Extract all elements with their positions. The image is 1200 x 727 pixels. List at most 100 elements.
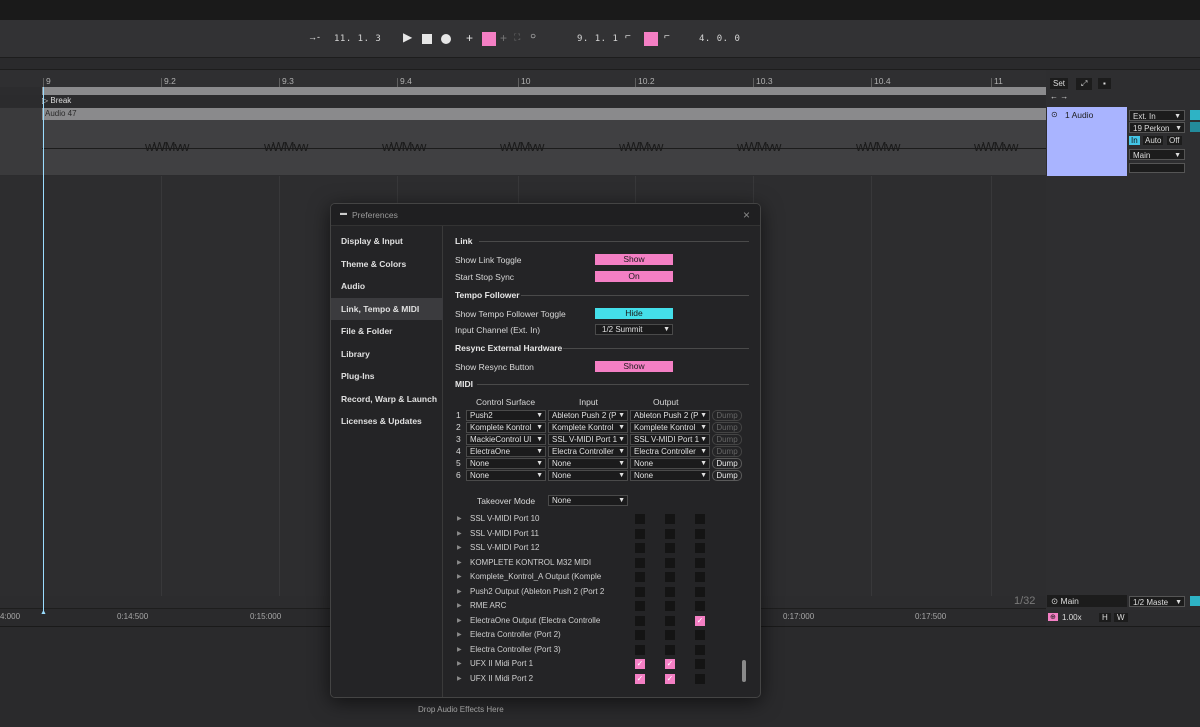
expand-arrow-icon[interactable]: ▶ [457,602,462,609]
nav-record-warp-launch[interactable]: Record, Warp & Launch [331,388,443,410]
master-output-select[interactable]: 1/2 Maste ▼ [1129,596,1185,607]
expand-arrow-icon[interactable]: ▶ [457,675,462,682]
sync-checkbox[interactable] [665,572,675,582]
h-button[interactable]: H [1099,613,1111,622]
nav-display-input[interactable]: Display & Input [331,230,443,252]
monitor-auto-button[interactable]: Auto [1143,136,1164,145]
ports-scrollbar[interactable] [742,660,746,682]
control-surface-select[interactable]: None ▼ [466,458,546,469]
remote-checkbox[interactable] [695,557,705,568]
sync-checkbox[interactable] [665,615,675,626]
sync-checkbox[interactable] [665,557,675,568]
master-track-header[interactable]: ⊙ Main [1047,595,1127,607]
sync-checkbox[interactable] [665,586,675,597]
show-link-toggle-button[interactable]: Show [595,254,673,265]
track-checkbox[interactable]: ✓ [635,673,645,684]
track-name[interactable]: 1 Audio [1065,110,1093,120]
midi-output-select[interactable]: Ableton Push 2 (P ▼ [630,410,710,421]
w-button[interactable]: W [1114,613,1128,622]
dump-button[interactable]: Dump [712,446,742,457]
monitor-off-button[interactable]: Off [1167,136,1182,145]
input-channel-select[interactable]: 1/2 Summit ▼ [595,324,673,335]
expand-arrow-icon[interactable]: ▶ [457,660,462,667]
sync-checkbox[interactable] [665,644,675,655]
sync-checkbox[interactable] [665,528,675,539]
nav-audio[interactable]: Audio [331,275,443,297]
nav-link-tempo-midi[interactable]: Link, Tempo & MIDI [331,298,443,320]
remote-checkbox[interactable]: ✓ [695,615,705,626]
show-resync-button[interactable]: Show [595,361,673,372]
midi-input-select[interactable]: Electra Controller ▼ [548,446,628,457]
lock-icon[interactable]: ▪ [1098,78,1111,89]
track-checkbox[interactable] [635,572,645,582]
expand-arrow-icon[interactable]: ▶ [457,646,462,653]
control-surface-select[interactable]: None ▼ [466,470,546,481]
remote-checkbox[interactable] [695,601,705,611]
dump-button[interactable]: Dump [712,470,742,481]
control-surface-select[interactable]: Push2 ▼ [466,410,546,421]
fold-icon[interactable]: ⊙ [1051,110,1058,119]
expand-arrow-icon[interactable]: ▶ [457,617,462,624]
follow-icon[interactable]: →- [308,32,320,42]
close-icon[interactable]: × [743,208,750,222]
takeover-mode-select[interactable]: None ▼ [548,495,628,506]
track-checkbox[interactable] [635,543,645,553]
dump-button[interactable]: Dump [712,458,742,469]
control-surface-select[interactable]: ElectraOne ▼ [466,446,546,457]
record-icon[interactable] [441,34,451,44]
stop-icon[interactable] [422,34,432,44]
master-activator[interactable] [1190,596,1200,606]
track-checkbox[interactable] [635,528,645,539]
tempo-scale-icon[interactable]: ⊕ [1048,613,1058,621]
sync-checkbox[interactable]: ✓ [665,673,675,684]
nav-library[interactable]: Library [331,343,443,365]
remote-checkbox[interactable] [695,586,705,597]
remote-checkbox[interactable] [695,630,705,640]
midi-input-select[interactable]: SSL V-MIDI Port 1 ▼ [548,434,628,445]
start-stop-sync-button[interactable]: On [595,271,673,282]
track-header[interactable]: ⊙ 1 Audio [1047,107,1127,176]
track-checkbox[interactable] [635,586,645,597]
track-checkbox[interactable] [635,644,645,655]
track-checkbox[interactable] [635,630,645,640]
track-checkbox[interactable] [635,557,645,568]
sync-checkbox[interactable] [665,601,675,611]
expand-arrow-icon[interactable]: ▶ [457,544,462,551]
set-button[interactable]: Set [1050,78,1069,89]
dump-button[interactable]: Dump [712,422,742,433]
expand-arrow-icon[interactable]: ▶ [457,559,462,566]
track-checkbox[interactable] [635,615,645,626]
remote-checkbox[interactable] [695,659,705,669]
remote-checkbox[interactable] [695,528,705,539]
remote-checkbox[interactable] [695,543,705,553]
input-type-select[interactable]: Ext. In ▼ [1129,110,1185,121]
remote-checkbox[interactable] [695,514,705,524]
expand-arrow-icon[interactable]: ▶ [457,573,462,580]
midi-input-select[interactable]: Komplete Kontrol ▼ [548,422,628,433]
loop-start[interactable]: 9. 1. 1 [577,34,618,44]
nav-plug-ins[interactable]: Plug-Ins [331,365,443,387]
nav-licenses-updates[interactable]: Licenses & Updates [331,410,443,432]
track-checkbox[interactable] [635,601,645,611]
track-checkbox[interactable] [635,514,645,524]
remote-checkbox[interactable] [695,644,705,655]
locator-nav-icon[interactable]: ← → [1050,92,1068,101]
punch-out-icon[interactable]: ⌐ [664,31,670,42]
loop-switch-icon[interactable] [644,32,658,46]
midi-output-select[interactable]: Komplete Kontrol ▼ [630,422,710,433]
output-channel-select[interactable] [1129,163,1185,173]
monitor-in-button[interactable]: In [1129,136,1140,145]
track-activator[interactable] [1190,110,1200,120]
input-channel-select[interactable]: 19 Perkon ▼ [1129,122,1185,133]
expand-icon[interactable]: ⤢ [1076,78,1093,90]
arrangement-position[interactable]: 11. 1. 3 [334,34,381,44]
dump-button[interactable]: Dump [712,410,742,421]
remote-checkbox[interactable] [695,572,705,582]
dump-button[interactable]: Dump [712,434,742,445]
session-record-icon[interactable]: ○ [530,31,536,42]
midi-input-select[interactable]: None ▼ [548,470,628,481]
expand-arrow-icon[interactable]: ▶ [457,588,462,595]
clip-title[interactable]: Audio 47 [42,108,1046,120]
loop-brace[interactable] [42,87,1046,95]
sync-checkbox[interactable] [665,514,675,524]
